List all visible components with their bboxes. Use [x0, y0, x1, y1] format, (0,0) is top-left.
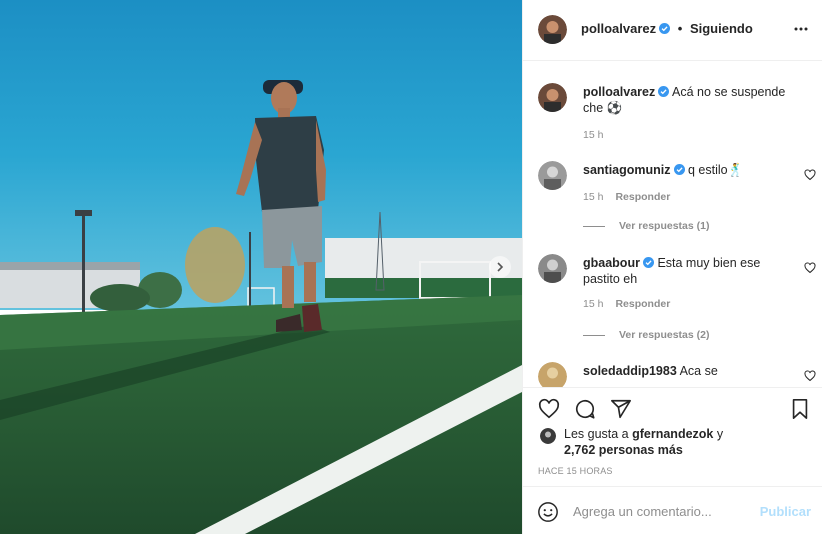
- caption-time: 15 h: [583, 129, 604, 141]
- caption-text: polloalvarez Acá no se suspende che ⚽: [583, 84, 788, 116]
- heart-icon[interactable]: [804, 262, 816, 274]
- verified-badge-icon: [658, 86, 670, 97]
- likes-count[interactable]: 2,762 personas más: [564, 443, 683, 457]
- view-replies-label: Ver respuestas (1): [619, 220, 710, 232]
- verified-badge-icon: [642, 257, 654, 268]
- reply-button[interactable]: Responder: [615, 298, 670, 310]
- reply-button[interactable]: Responder: [615, 191, 670, 203]
- comment-meta: 15 h Responder: [583, 298, 670, 310]
- likes-user[interactable]: gfernandezok: [632, 427, 713, 441]
- comment-time: 15 h: [583, 298, 604, 310]
- comment-username[interactable]: gbaabour: [583, 256, 640, 270]
- add-comment-bar: Publicar: [523, 486, 822, 535]
- comment-body: q estilo🕺: [688, 163, 744, 177]
- comments-list[interactable]: polloalvarez Acá no se suspende che ⚽ 15…: [523, 61, 822, 387]
- post-timestamp[interactable]: HACE 15 HORAS: [538, 466, 613, 476]
- comment-input[interactable]: [573, 501, 753, 521]
- post-side-panel: polloalvarez • Siguiendo polloalvarez Ac…: [522, 0, 822, 534]
- view-replies-label: Ver respuestas (2): [619, 329, 710, 341]
- likes-text: Les gusta a gfernandezok y 2,762 persona…: [564, 426, 794, 458]
- comment-time: 15 h: [583, 191, 604, 203]
- photo-scene: [0, 0, 522, 534]
- verified-badge-icon: [659, 23, 671, 34]
- avatar[interactable]: [540, 428, 556, 444]
- chevron-right-icon: [497, 262, 504, 272]
- likes-connector: y: [713, 427, 724, 441]
- bookmark-icon[interactable]: [789, 398, 811, 420]
- divider-line: [583, 334, 605, 336]
- heart-icon[interactable]: [538, 398, 560, 420]
- comment-meta: 15 h Responder: [583, 191, 670, 203]
- heart-icon[interactable]: [804, 370, 816, 382]
- comment-username[interactable]: soledaddip1983: [583, 364, 677, 378]
- separator-dot: •: [677, 21, 683, 36]
- heart-icon[interactable]: [804, 169, 816, 181]
- divider-line: [583, 225, 605, 227]
- post-photo[interactable]: [0, 0, 522, 534]
- avatar[interactable]: [538, 254, 567, 283]
- avatar[interactable]: [538, 83, 567, 112]
- following-button[interactable]: Siguiendo: [690, 21, 753, 36]
- comment-body: Aca se: [679, 364, 718, 378]
- view-replies-button[interactable]: Ver respuestas (2): [583, 329, 709, 341]
- comment-text: gbaabour Esta muy bien ese pastito eh: [583, 255, 788, 287]
- avatar[interactable]: [538, 362, 567, 387]
- publish-button[interactable]: Publicar: [760, 504, 811, 519]
- view-replies-button[interactable]: Ver respuestas (1): [583, 220, 709, 232]
- post-header: polloalvarez • Siguiendo: [523, 0, 822, 61]
- comment-text: santiagomuniz q estilo🕺: [583, 162, 788, 178]
- comment-text: soledaddip1983 Aca se: [583, 363, 788, 379]
- likes-prefix: Les gusta a: [564, 427, 633, 441]
- comment-icon[interactable]: [574, 398, 596, 420]
- share-icon[interactable]: [610, 398, 632, 420]
- next-photo-button[interactable]: [489, 256, 511, 278]
- header-user-line: polloalvarez • Siguiendo: [581, 21, 753, 36]
- caption-username[interactable]: polloalvarez: [583, 85, 655, 99]
- verified-badge-icon: [673, 164, 685, 175]
- emoji-icon[interactable]: [537, 501, 559, 523]
- comment-username[interactable]: santiagomuniz: [583, 163, 671, 177]
- avatar[interactable]: [538, 15, 567, 44]
- avatar[interactable]: [538, 161, 567, 190]
- post-username[interactable]: polloalvarez: [581, 21, 656, 36]
- more-options-icon[interactable]: [793, 21, 809, 37]
